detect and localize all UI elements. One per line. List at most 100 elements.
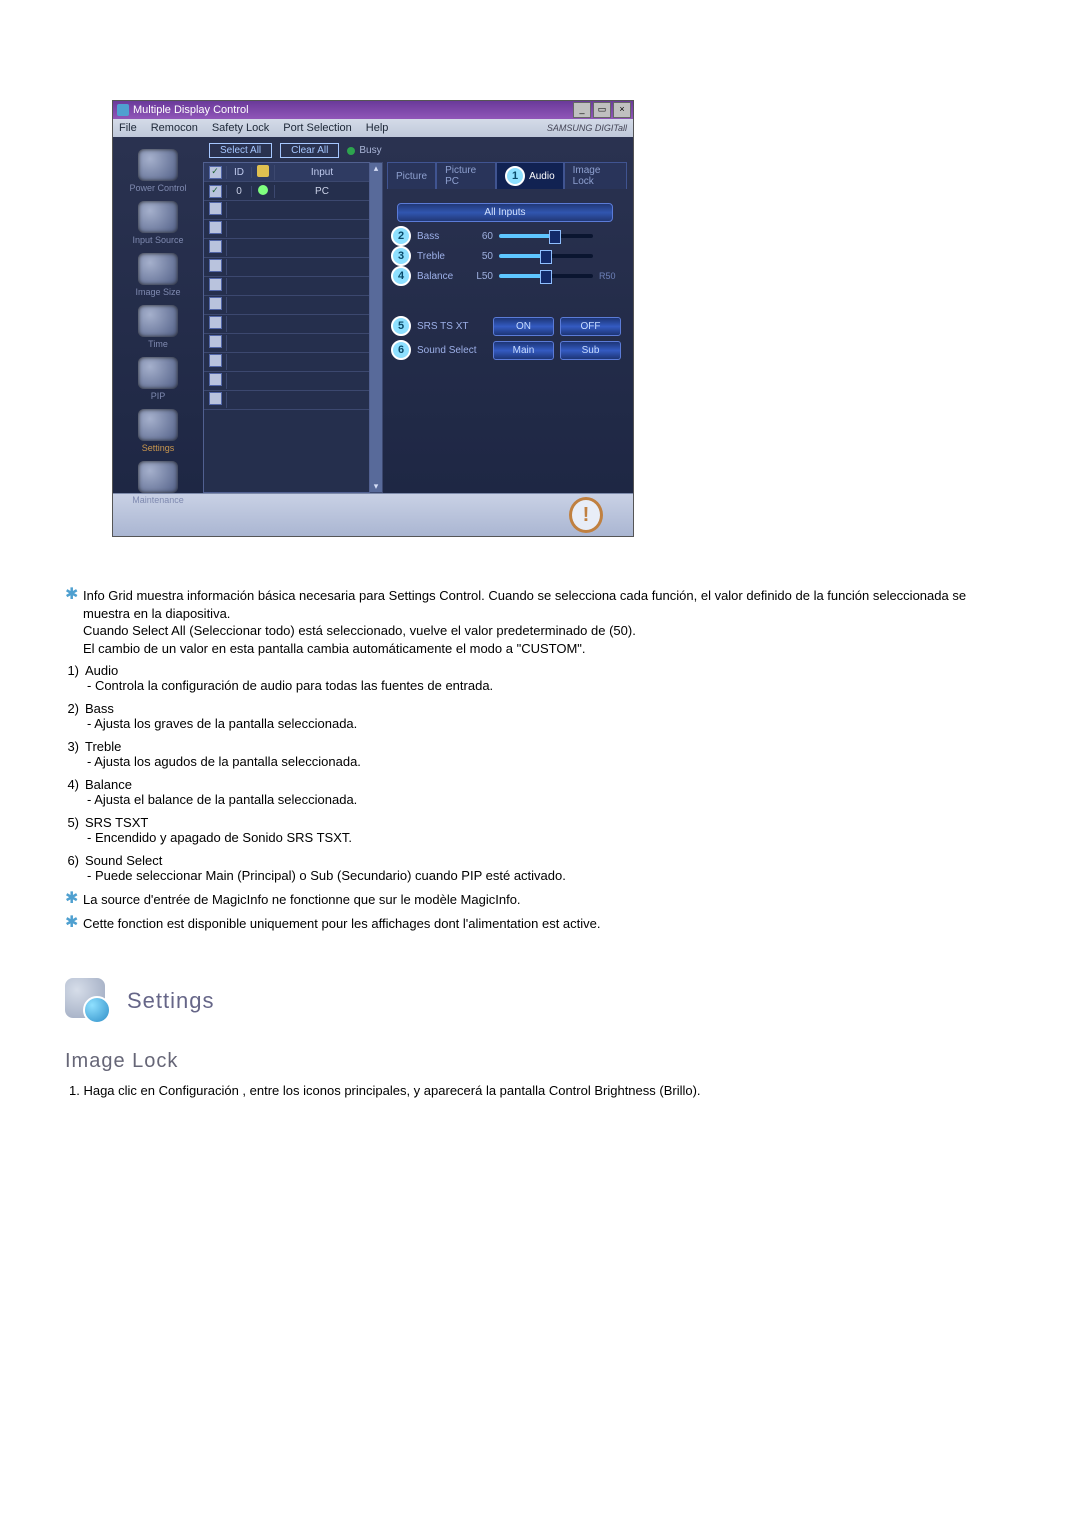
treble-slider[interactable] [499, 254, 593, 258]
brand-label: SAMSUNG DIGITall [547, 123, 627, 133]
sound-main-button[interactable]: Main [493, 341, 554, 360]
info-text: Info Grid muestra información básica nec… [83, 587, 1015, 657]
balance-left: L50 [469, 271, 493, 282]
table-row[interactable] [204, 201, 369, 220]
table-row[interactable] [204, 391, 369, 410]
tab-audio[interactable]: 1 Audio [496, 162, 564, 189]
sidebar-item-input-source[interactable]: Input Source [118, 201, 198, 249]
clear-all-button[interactable]: Clear All [280, 143, 339, 158]
sidebar-item-pip[interactable]: PIP [118, 357, 198, 405]
tab-picture[interactable]: Picture [387, 162, 436, 189]
bass-slider[interactable] [499, 234, 593, 238]
table-row[interactable] [204, 334, 369, 353]
row-checkbox[interactable]: ✓ [209, 185, 222, 198]
tab-image-lock[interactable]: Image Lock [564, 162, 627, 189]
settings-title: Settings [127, 988, 215, 1014]
menu-port-selection[interactable]: Port Selection [283, 122, 351, 134]
app-window: Multiple Display Control _ ▭ × File Remo… [112, 100, 634, 537]
col-input: Input [275, 167, 369, 178]
srs-label: SRS TS XT [417, 321, 487, 332]
list-desc: - Encendido y apagado de Sonido SRS TSXT… [87, 830, 1015, 845]
table-row[interactable] [204, 258, 369, 277]
menu-file[interactable]: File [119, 122, 137, 134]
row-id: 0 [227, 186, 252, 197]
table-row[interactable]: ✓ 0 PC [204, 182, 369, 201]
table-row[interactable] [204, 353, 369, 372]
col-id: ID [227, 167, 252, 178]
callout-3: 3 [391, 246, 411, 266]
list-num: 4) [65, 777, 79, 792]
sidebar-item-label: Settings [142, 443, 175, 453]
srs-off-button[interactable]: OFF [560, 317, 621, 336]
callout-6: 6 [391, 340, 411, 360]
sidebar-item-label: Power Control [129, 183, 186, 193]
menu-remocon[interactable]: Remocon [151, 122, 198, 134]
list-desc: - Controla la configuración de audio par… [87, 678, 1015, 693]
tab-label: Audio [529, 171, 555, 182]
bass-value: 60 [469, 231, 493, 242]
note-text: Cette fonction est disponible uniquement… [83, 915, 601, 933]
star-icon: ✱ [65, 587, 79, 657]
status-ok-icon [258, 185, 268, 195]
row-checkbox[interactable] [209, 316, 222, 329]
row-checkbox[interactable] [209, 240, 222, 253]
row-checkbox[interactable] [209, 278, 222, 291]
select-all-button[interactable]: Select All [209, 143, 272, 158]
sidebar-item-time[interactable]: Time [118, 305, 198, 353]
all-inputs-button[interactable]: All Inputs [397, 203, 613, 222]
list-desc: - Ajusta los graves de la pantalla selec… [87, 716, 1015, 731]
list-num: 3) [65, 739, 79, 754]
sidebar-item-maintenance[interactable]: Maintenance [118, 461, 198, 509]
list-title: Audio [85, 663, 1015, 678]
menu-help[interactable]: Help [366, 122, 389, 134]
srs-on-button[interactable]: ON [493, 317, 554, 336]
tab-label: Picture [396, 171, 427, 182]
tab-picture-pc[interactable]: Picture PC [436, 162, 496, 189]
image-lock-step: 1. Haga clic en Configuración , entre lo… [69, 1083, 1015, 1098]
row-checkbox[interactable] [209, 335, 222, 348]
sidebar-item-settings[interactable]: Settings [118, 409, 198, 457]
sound-sub-button[interactable]: Sub [560, 341, 621, 360]
callout-1: 1 [505, 166, 525, 186]
sound-select-row: 6 Sound Select Main Sub [389, 340, 621, 360]
table-row[interactable] [204, 220, 369, 239]
callout-2: 2 [391, 226, 411, 246]
callout-4: 4 [391, 266, 411, 286]
menu-safety-lock[interactable]: Safety Lock [212, 122, 269, 134]
table-row[interactable] [204, 315, 369, 334]
list-desc: - Puede seleccionar Main (Principal) o S… [87, 868, 1015, 883]
busy-label: Busy [359, 145, 381, 156]
list-num: 5) [65, 815, 79, 830]
slider-thumb[interactable] [540, 250, 552, 264]
sidebar-item-power-control[interactable]: Power Control [118, 149, 198, 197]
grid-header: ✓ ID Input [204, 163, 369, 182]
slider-thumb[interactable] [540, 270, 552, 284]
sidebar-item-image-size[interactable]: Image Size [118, 253, 198, 301]
pip-icon [138, 357, 178, 389]
table-row[interactable] [204, 239, 369, 258]
row-checkbox[interactable] [209, 373, 222, 386]
info-grid: ✓ ID Input ✓ 0 PC [203, 162, 370, 493]
row-checkbox[interactable] [209, 202, 222, 215]
note-text: La source d'entrée de MagicInfo ne fonct… [83, 891, 521, 909]
menubar: File Remocon Safety Lock Port Selection … [113, 119, 633, 137]
close-button[interactable]: × [613, 102, 631, 118]
table-row[interactable] [204, 277, 369, 296]
row-checkbox[interactable] [209, 354, 222, 367]
list-num: 1) [65, 663, 79, 678]
table-row[interactable] [204, 296, 369, 315]
maximize-button[interactable]: ▭ [593, 102, 611, 118]
row-checkbox[interactable] [209, 221, 222, 234]
callout-5: 5 [391, 316, 411, 336]
row-checkbox[interactable] [209, 259, 222, 272]
row-checkbox[interactable] [209, 392, 222, 405]
balance-slider[interactable] [499, 274, 593, 278]
description-content: ✱ Info Grid muestra información básica n… [65, 587, 1015, 1098]
row-checkbox[interactable] [209, 297, 222, 310]
scrollbar[interactable] [370, 162, 383, 493]
slider-thumb[interactable] [549, 230, 561, 244]
status-col-icon [257, 165, 269, 177]
table-row[interactable] [204, 372, 369, 391]
minimize-button[interactable]: _ [573, 102, 591, 118]
header-checkbox[interactable]: ✓ [209, 166, 222, 179]
